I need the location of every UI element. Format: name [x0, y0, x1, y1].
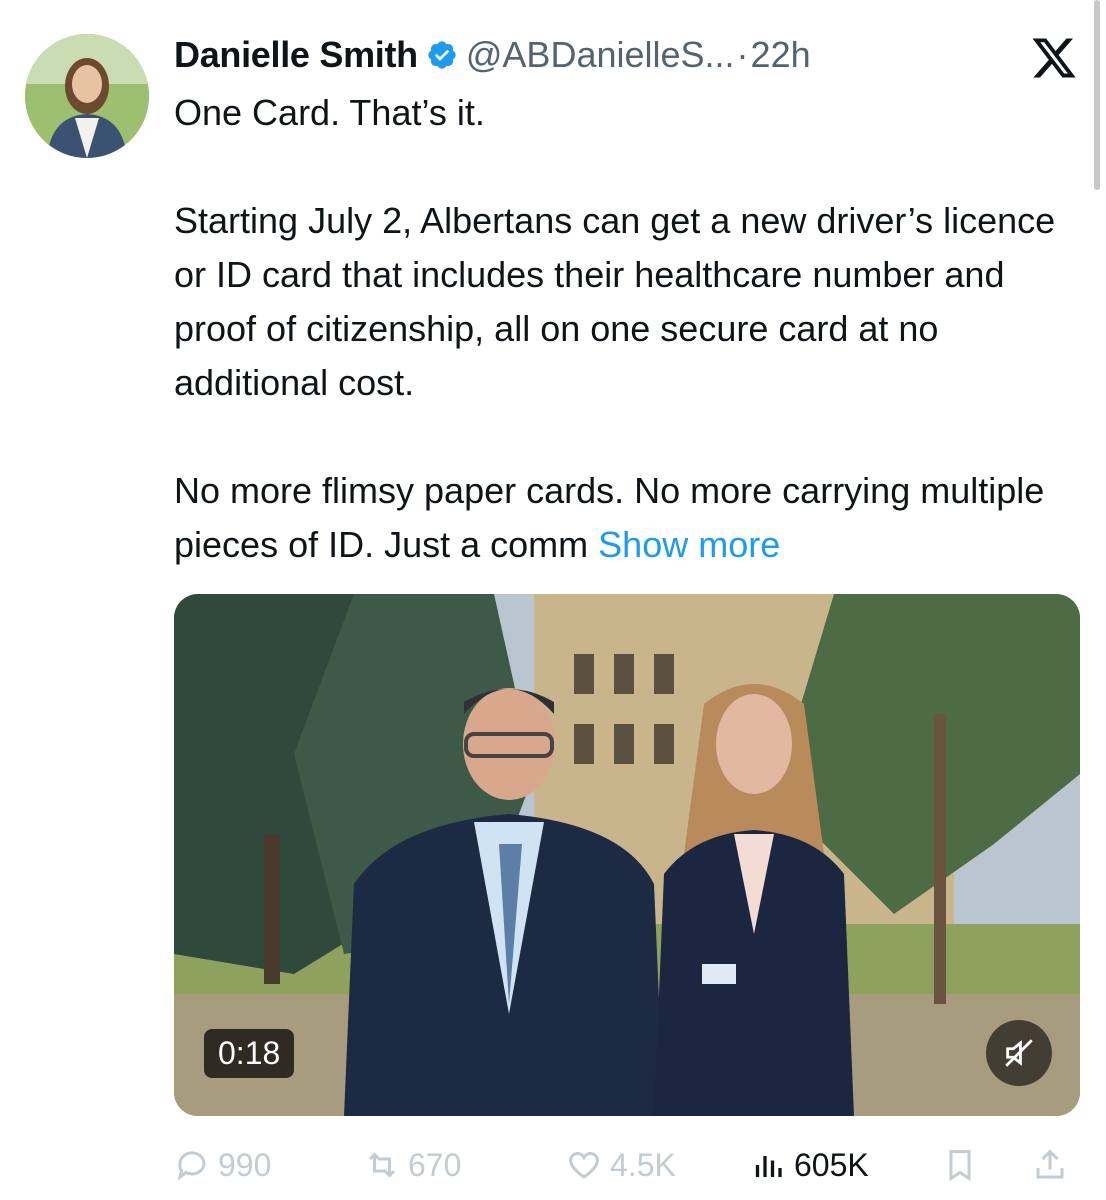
tweet-header: Danielle Smith @ABDanielleS... · 22h — [174, 30, 811, 80]
tweet-line-1: One Card. That’s it. — [174, 92, 485, 133]
video-frame — [174, 594, 1080, 1116]
retweet-count: 670 — [408, 1146, 462, 1183]
like-count: 4.5K — [610, 1146, 676, 1183]
tweet-paragraph-3: No more flimsy paper cards. No more carr… — [174, 464, 1074, 572]
mute-button[interactable] — [986, 1020, 1052, 1086]
action-bar: 990 670 4.5K 605K — [174, 1140, 1080, 1190]
bookmark-button[interactable] — [942, 1140, 986, 1190]
comment-icon — [177, 1151, 206, 1181]
reply-count: 990 — [218, 1146, 272, 1183]
video-player[interactable]: 0:18 — [174, 594, 1080, 1116]
timestamp[interactable]: 22h — [751, 34, 811, 76]
x-logo-icon[interactable] — [1030, 34, 1078, 82]
bar-chart-icon — [755, 1156, 782, 1177]
video-duration: 0:18 — [204, 1029, 295, 1078]
heart-icon — [569, 1151, 599, 1179]
views-button[interactable]: 605K — [750, 1140, 869, 1190]
retweet-button[interactable]: 670 — [364, 1140, 461, 1190]
share-icon — [1036, 1149, 1064, 1179]
scrollbar[interactable] — [1094, 0, 1100, 190]
view-count: 605K — [794, 1146, 869, 1183]
retweet-icon — [368, 1152, 396, 1178]
tweet-paragraph-2: Starting July 2, Albertans can get a new… — [174, 200, 1056, 403]
share-button[interactable] — [1032, 1140, 1076, 1190]
author-name[interactable]: Danielle Smith — [174, 34, 418, 76]
avatar-photo — [25, 34, 149, 158]
like-button[interactable]: 4.5K — [566, 1140, 676, 1190]
verified-badge-icon — [428, 41, 456, 69]
author-handle[interactable]: @ABDanielleS... — [466, 34, 735, 76]
tweet-text: One Card. That’s it. Starting July 2, Al… — [174, 86, 1074, 572]
avatar[interactable] — [25, 34, 149, 158]
muted-speaker-icon — [1005, 1039, 1033, 1067]
bookmark-icon — [949, 1150, 971, 1182]
separator-dot: · — [736, 34, 749, 75]
show-more-link[interactable]: Show more — [598, 524, 780, 565]
reply-button[interactable]: 990 — [174, 1140, 271, 1190]
